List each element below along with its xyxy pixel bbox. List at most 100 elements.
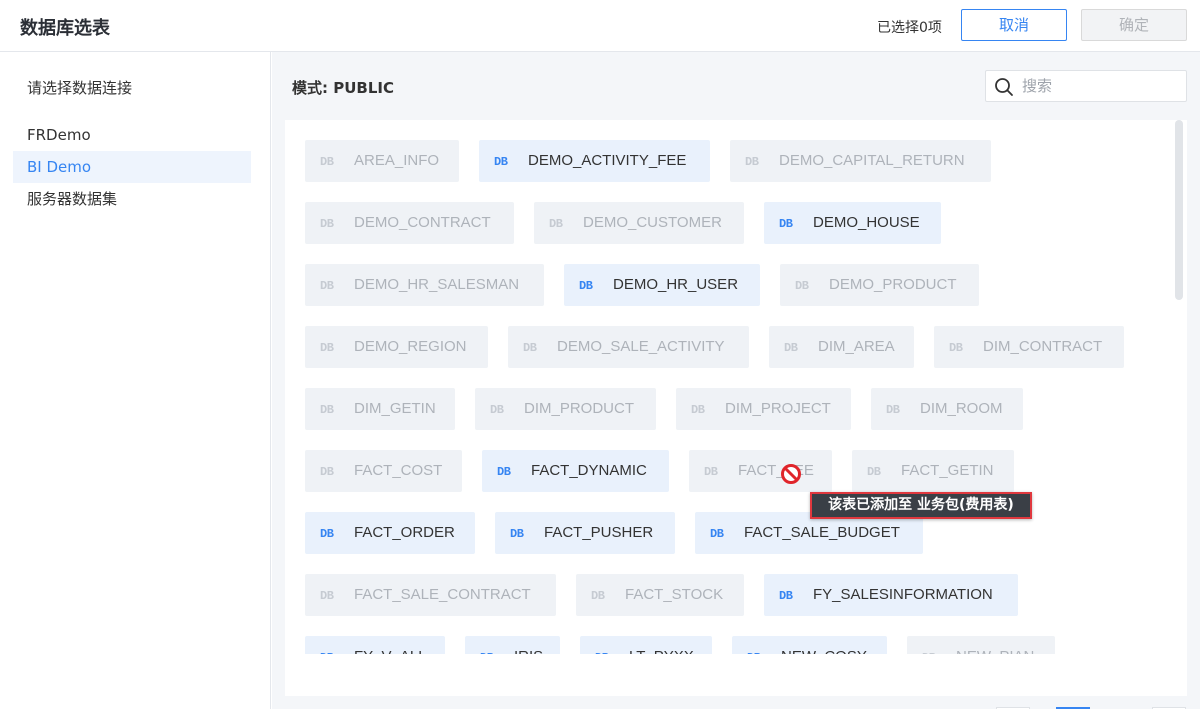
database-icon: DB — [595, 637, 615, 654]
table-name: NEW_PIAN — [956, 648, 1034, 654]
database-icon: DB — [579, 279, 593, 293]
database-icon: DB — [795, 279, 809, 293]
already-added-tooltip: 该表已添加至 业务包(费用表) — [810, 492, 1032, 519]
table-tile[interactable]: DB DEMO_CUSTOMER — [534, 202, 744, 244]
dialog-header: 数据库选表 已选择0项 取消 确定 — [0, 0, 1200, 52]
sidebar-item-server-dataset[interactable]: 服务器数据集 — [13, 183, 251, 215]
database-icon: DB — [747, 637, 767, 654]
database-icon: DB — [779, 217, 793, 231]
database-icon: DB — [784, 341, 798, 355]
database-icon: DB — [320, 589, 334, 603]
cancel-button[interactable]: 取消 — [961, 9, 1067, 41]
database-icon: DB — [320, 403, 334, 417]
table-tile[interactable]: DB DEMO_REGION — [305, 326, 488, 368]
database-icon: DB — [710, 527, 724, 541]
table-name: DEMO_HR_SALESMAN — [354, 276, 520, 293]
table-tile[interactable]: DB FACT_FEE — [689, 450, 832, 492]
table-name: FACT_STOCK — [625, 586, 724, 603]
table-name: DEMO_SALE_ACTIVITY — [557, 338, 725, 355]
table-name: FACT_DYNAMIC — [531, 462, 647, 479]
not-allowed-icon — [781, 464, 801, 484]
table-tile[interactable]: DB DEMO_HOUSE — [764, 202, 941, 244]
table-tile[interactable]: DB DIM_PROJECT — [676, 388, 851, 430]
database-icon: DB — [867, 465, 881, 479]
database-icon: DB — [320, 217, 334, 231]
table-tile[interactable]: DB FACT_SALE_CONTRACT — [305, 574, 556, 616]
database-icon: DB — [497, 465, 511, 479]
table-name: DEMO_ACTIVITY_FEE — [528, 152, 687, 169]
database-icon: DB — [320, 279, 334, 293]
sidebar-item-frdemo[interactable]: FRDemo — [13, 119, 251, 151]
table-tile[interactable]: DB IRIS — [465, 636, 560, 654]
database-icon: DB — [510, 527, 524, 541]
database-icon: DB — [320, 637, 340, 654]
table-tile[interactable]: DB FACT_DYNAMIC — [482, 450, 669, 492]
search-box[interactable] — [985, 70, 1187, 102]
table-tile[interactable]: DB FY_V_ALL — [305, 636, 445, 654]
table-name: DEMO_CUSTOMER — [583, 214, 722, 231]
database-icon: DB — [320, 465, 334, 479]
table-name: DEMO_REGION — [354, 338, 467, 355]
table-name: FACT_PUSHER — [544, 524, 654, 541]
database-icon: DB — [704, 465, 718, 479]
database-icon: DB — [779, 589, 793, 603]
table-name: DEMO_PRODUCT — [829, 276, 957, 293]
table-tile[interactable]: DB DEMO_CONTRACT — [305, 202, 514, 244]
database-icon: DB — [494, 155, 508, 169]
table-tile[interactable]: DB DEMO_SALE_ACTIVITY — [508, 326, 749, 368]
table-tile[interactable]: DB DIM_GETIN — [305, 388, 455, 430]
table-tile[interactable]: DB FACT_PUSHER — [495, 512, 675, 554]
table-tile[interactable]: DB FY_SALESINFORMATION — [764, 574, 1018, 616]
table-name: FACT_FEE — [738, 462, 814, 479]
database-icon: DB — [591, 589, 605, 603]
table-tile[interactable]: DB NEW_PIAN — [907, 636, 1055, 654]
table-name: DEMO_CONTRACT — [354, 214, 491, 231]
table-name: FACT_COST — [354, 462, 443, 479]
table-name: DIM_PROJECT — [725, 400, 831, 417]
table-tile[interactable]: DB FACT_GETIN — [852, 450, 1014, 492]
table-tile[interactable]: DB DIM_CONTRACT — [934, 326, 1124, 368]
table-name: DIM_ROOM — [920, 400, 1003, 417]
database-icon: DB — [949, 341, 963, 355]
table-name: FACT_ORDER — [354, 524, 455, 541]
schema-mode-label: 模式: PUBLIC — [292, 79, 394, 97]
table-tile[interactable]: DB NEW_COSY — [732, 636, 887, 654]
table-tile[interactable]: DB FACT_STOCK — [576, 574, 744, 616]
database-icon: DB — [490, 403, 504, 417]
table-name: FY_SALESINFORMATION — [813, 586, 993, 603]
search-icon — [995, 78, 1013, 96]
scrollbar[interactable] — [1175, 120, 1183, 696]
table-tile[interactable]: DB DEMO_CAPITAL_RETURN — [730, 140, 991, 182]
confirm-button[interactable]: 确定 — [1081, 9, 1187, 41]
database-icon: DB — [480, 637, 500, 654]
sidebar-heading: 请选择数据连接 — [27, 79, 133, 97]
database-icon: DB — [745, 155, 759, 169]
database-icon: DB — [549, 217, 563, 231]
database-icon: DB — [886, 403, 900, 417]
table-tile[interactable]: DB DIM_PRODUCT — [475, 388, 656, 430]
table-tile[interactable]: DB FACT_COST — [305, 450, 462, 492]
table-name: FACT_SALE_CONTRACT — [354, 586, 531, 603]
table-name: DEMO_HR_USER — [613, 276, 739, 293]
table-tile[interactable]: DB FACT_ORDER — [305, 512, 475, 554]
table-tile[interactable]: DB DEMO_HR_SALESMAN — [305, 264, 544, 306]
table-name: DIM_PRODUCT — [524, 400, 635, 417]
table-tile[interactable]: DB DEMO_PRODUCT — [780, 264, 979, 306]
table-tile[interactable]: DB DIM_AREA — [769, 326, 914, 368]
table-name: DIM_CONTRACT — [983, 338, 1103, 355]
table-tile[interactable]: DB DIM_ROOM — [871, 388, 1023, 430]
table-tile[interactable]: DB DEMO_HR_USER — [564, 264, 760, 306]
sidebar-item-bi-demo[interactable]: BI Demo — [13, 151, 251, 183]
table-tile[interactable]: DB AREA_INFO — [305, 140, 459, 182]
table-tile[interactable]: DB DEMO_ACTIVITY_FEE — [479, 140, 710, 182]
table-name: DEMO_HOUSE — [813, 214, 920, 231]
scrollbar-thumb[interactable] — [1175, 120, 1183, 300]
table-list-panel: DB AREA_INFO DB DEMO_ACTIVITY_FEE DB DEMO_CAP… — [285, 120, 1187, 709]
table-tile[interactable]: DB LT_PYXX — [580, 636, 712, 654]
search-input[interactable] — [1022, 76, 1178, 96]
table-name: DIM_GETIN — [354, 400, 436, 417]
table-name: DEMO_CAPITAL_RETURN — [779, 152, 965, 169]
table-name: DIM_AREA — [818, 338, 895, 355]
database-icon: DB — [320, 341, 334, 355]
dialog-title: 数据库选表 — [20, 18, 110, 39]
